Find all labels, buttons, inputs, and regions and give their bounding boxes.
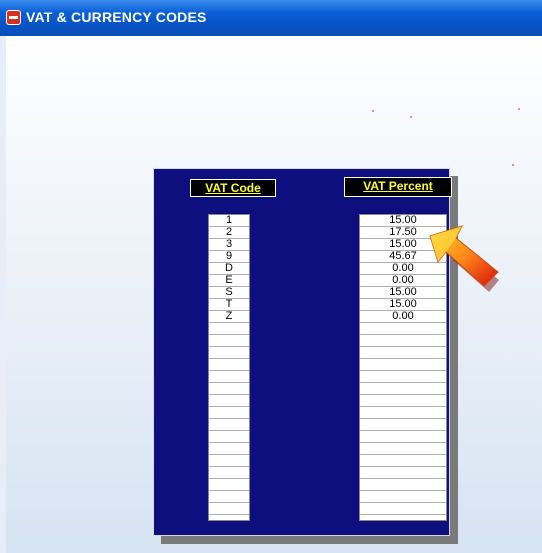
vat-code-cell[interactable]: 2 [209,227,249,239]
vat-percent-header: VAT Percent [344,177,452,197]
empty-vat-percent-cell[interactable] [360,443,446,455]
empty-vat-percent-cell[interactable] [360,407,446,419]
vat-code-cell[interactable]: 1 [209,215,249,227]
empty-vat-code-cell[interactable] [209,395,249,407]
empty-vat-percent-cell[interactable] [360,359,446,371]
empty-vat-percent-cell[interactable] [360,347,446,359]
vat-codes-panel: VAT Code VAT Percent 1239DESTZ 15.00 17.5… [153,168,452,536]
empty-vat-percent-cell[interactable] [360,467,446,479]
vat-code-cell[interactable]: D [209,263,249,275]
empty-vat-code-cell[interactable] [209,491,249,503]
window-title: VAT & CURRENCY CODES [26,9,207,25]
empty-vat-percent-cell[interactable] [360,419,446,431]
decorative-dot [410,116,412,118]
vat-percent-cell[interactable]: 15.00 [360,299,446,311]
empty-vat-percent-cell[interactable] [360,455,446,467]
empty-vat-code-cell[interactable] [209,347,249,359]
title-bar[interactable]: VAT & CURRENCY CODES [0,0,542,36]
decorative-dot [512,164,514,166]
vat-percent-cell[interactable]: 0.00 [360,311,446,323]
vat-code-cell[interactable]: S [209,287,249,299]
empty-vat-code-cell[interactable] [209,455,249,467]
empty-vat-percent-cell[interactable] [360,479,446,491]
empty-vat-code-cell[interactable] [209,467,249,479]
empty-vat-code-cell[interactable] [209,335,249,347]
empty-vat-code-cell[interactable] [209,371,249,383]
empty-vat-code-cell[interactable] [209,431,249,443]
empty-vat-percent-cell[interactable] [360,335,446,347]
empty-vat-code-cell[interactable] [209,323,249,335]
vat-code-cell[interactable]: T [209,299,249,311]
empty-vat-percent-cell[interactable] [360,395,446,407]
empty-vat-percent-cell[interactable] [360,323,446,335]
decorative-dot [518,108,520,110]
arrow-pointer-icon [429,225,499,292]
empty-vat-percent-cell[interactable] [360,503,446,515]
empty-vat-percent-cell[interactable] [360,491,446,503]
vat-code-column: 1239DESTZ [208,214,250,521]
empty-vat-code-cell[interactable] [209,503,249,515]
empty-vat-code-cell[interactable] [209,479,249,491]
empty-vat-code-cell[interactable] [209,407,249,419]
empty-vat-code-cell[interactable] [209,383,249,395]
app-icon[interactable] [6,10,21,25]
vat-code-cell[interactable]: 3 [209,239,249,251]
empty-vat-percent-cell[interactable] [360,383,446,395]
empty-vat-code-cell[interactable] [209,359,249,371]
empty-vat-percent-cell[interactable] [360,431,446,443]
vat-code-header: VAT Code [190,179,276,197]
empty-vat-code-cell[interactable] [209,443,249,455]
empty-vat-percent-cell[interactable] [360,371,446,383]
empty-vat-code-cell[interactable] [209,419,249,431]
vat-code-cell[interactable]: 9 [209,251,249,263]
vat-code-cell[interactable]: Z [209,311,249,323]
decorative-dot [372,110,374,112]
vat-code-cell[interactable]: E [209,275,249,287]
